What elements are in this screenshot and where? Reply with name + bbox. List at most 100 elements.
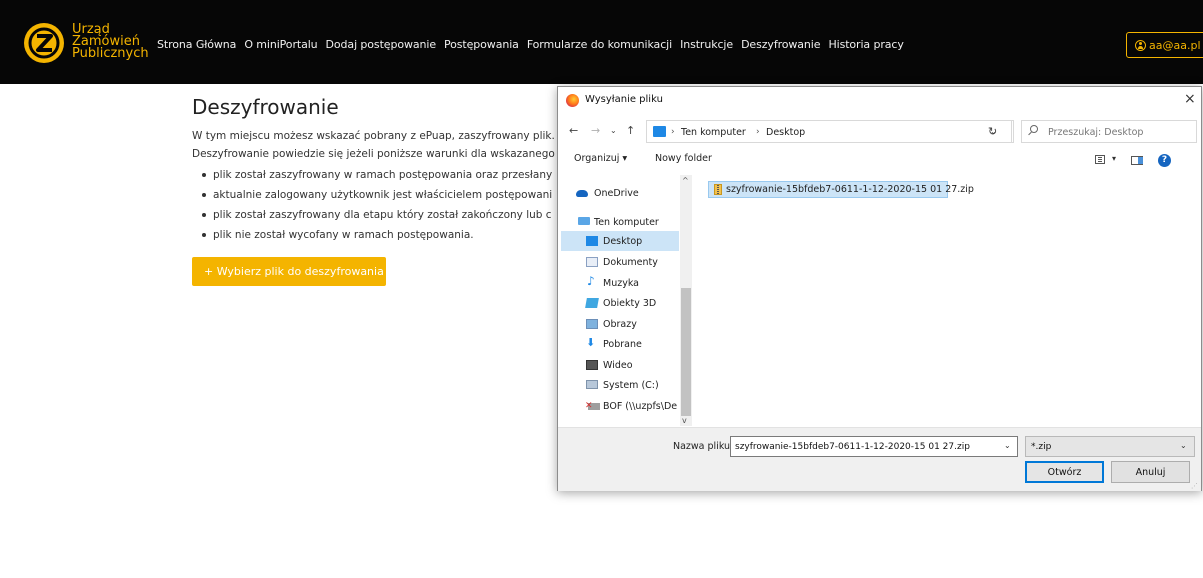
refresh-icon: ↻ [988, 125, 998, 138]
view-options-icon[interactable] [1095, 155, 1105, 164]
nav-pane-desktop[interactable]: Desktop [561, 231, 679, 251]
close-icon[interactable]: × [1184, 91, 1196, 107]
chevron-down-icon[interactable]: ⌄ [1180, 441, 1187, 450]
nav-pane-onedrive[interactable]: OneDrive [561, 183, 679, 203]
nav-pane-label: Ten komputer [594, 217, 659, 228]
nav-pane-label: Obiekty 3D [603, 298, 657, 309]
user-email: aa@aa.pl [1149, 39, 1201, 52]
nav-pane-label: BOF (\\uzpfs\De [603, 401, 678, 412]
breadcrumb-this-pc[interactable]: Ten komputer [681, 127, 746, 138]
nav-pane-label: Wideo [603, 360, 633, 371]
nav-about[interactable]: O miniPortalu [244, 38, 317, 51]
file-name-label: Nazwa pliku: [673, 441, 734, 452]
brand-name[interactable]: Urząd Zamówień Publicznych [72, 23, 149, 61]
drive-icon [586, 380, 598, 389]
firefox-icon [566, 94, 579, 107]
chevron-down-icon[interactable]: ▾ [1112, 154, 1116, 163]
scroll-up-icon[interactable]: ^ [682, 176, 689, 185]
nav-pane-music[interactable]: Muzyka [561, 273, 679, 293]
condition-item: aktualnie zalogowany użytkownik jest wła… [200, 185, 560, 205]
documents-icon [586, 257, 598, 267]
music-icon [586, 274, 598, 288]
new-folder-button[interactable]: Nowy folder [655, 153, 712, 164]
downloads-icon [586, 336, 598, 349]
nav-pane-pictures[interactable]: Obrazy [561, 314, 679, 334]
search-icon [1030, 125, 1038, 133]
nav-pane-label: Pobrane [603, 339, 642, 350]
nav-pane-label: Desktop [603, 236, 643, 247]
dialog-titlebar[interactable]: Wysyłanie pliku × [558, 87, 1201, 114]
objects-3d-icon [585, 298, 599, 308]
search-placeholder: Przeszukaj: Desktop [1048, 127, 1144, 138]
recent-locations-chevron-icon[interactable]: ⌄ [610, 126, 617, 135]
intro-line-2: Deszyfrowanie powiedzie się jeżeli poniż… [192, 148, 562, 160]
file-upload-dialog: Wysyłanie pliku × ← → ⌄ ↑ › Ten komputer… [557, 86, 1202, 491]
network-drive-icon [585, 401, 600, 411]
forward-arrow-icon[interactable]: → [591, 124, 600, 137]
dialog-bottom-bar: Nazwa pliku: szyfrowanie-15bfdeb7-0611-1… [558, 427, 1201, 491]
condition-item: plik nie został wycofany w ramach postęp… [200, 225, 560, 245]
file-name-input[interactable]: szyfrowanie-15bfdeb7-0611-1-12-2020-15 0… [730, 436, 1018, 457]
cancel-button[interactable]: Anuluj [1111, 461, 1190, 483]
file-list: szyfrowanie-15bfdeb7-0611-1-12-2020-15 0… [695, 175, 1197, 426]
organize-menu-button[interactable]: Organizuj ▾ [574, 153, 627, 164]
nav-pane-network-drive[interactable]: BOF (\\uzpfs\De [561, 396, 679, 416]
pictures-icon [586, 319, 598, 329]
breadcrumb-chevron-icon: › [756, 127, 760, 137]
nav-add-procedure[interactable]: Dodaj postępowanie [326, 38, 437, 51]
dialog-title: Wysyłanie pliku [585, 94, 663, 105]
navigation-pane: OneDrive Ten komputer Desktop Dokumenty … [561, 175, 692, 426]
user-icon [1135, 40, 1146, 51]
search-input[interactable]: Przeszukaj: Desktop [1021, 120, 1197, 143]
preview-pane-icon[interactable] [1131, 156, 1143, 165]
open-button[interactable]: Otwórz [1025, 461, 1104, 483]
nav-communication-forms[interactable]: Formularze do komunikacji [527, 38, 672, 51]
nav-pane-system-drive[interactable]: System (C:) [561, 375, 679, 395]
nav-pane-label: Obrazy [603, 319, 637, 330]
breadcrumb-desktop[interactable]: Desktop [766, 127, 805, 138]
video-icon [586, 360, 598, 370]
address-row: ← → ⌄ ↑ › Ten komputer › Desktop ⌄ ↻ Prz… [558, 117, 1201, 143]
condition-item: plik został zaszyfrowany dla etapu który… [200, 205, 560, 225]
dialog-toolbar: Organizuj ▾ Nowy folder ▾ ? [558, 149, 1201, 171]
choose-file-button[interactable]: + Wybierz plik do deszyfrowania [192, 257, 386, 286]
nav-pane-this-pc[interactable]: Ten komputer [561, 212, 679, 232]
nav-decryption[interactable]: Deszyfrowanie [741, 38, 820, 51]
uzp-logo-icon[interactable] [24, 23, 64, 63]
nav-instructions[interactable]: Instrukcje [680, 38, 733, 51]
main-nav: Strona Główna O miniPortalu Dodaj postęp… [157, 38, 904, 51]
desktop-folder-icon [653, 126, 666, 137]
top-navbar: Urząd Zamówień Publicznych Strona Główna… [0, 0, 1203, 84]
nav-pane-label: Dokumenty [603, 257, 658, 268]
conditions-list: plik został zaszyfrowany w ramach postęp… [200, 165, 560, 245]
nav-pane-scroll-thumb[interactable] [681, 288, 691, 416]
file-type-select[interactable]: *.zip [1025, 436, 1195, 457]
breadcrumb-chevron-icon: › [671, 127, 675, 137]
resize-grip-icon[interactable]: ⋰ [1191, 482, 1198, 490]
scroll-down-icon[interactable]: v [682, 416, 687, 425]
up-arrow-icon[interactable]: ↑ [626, 124, 635, 137]
user-account-button[interactable]: aa@aa.pl [1126, 32, 1203, 58]
nav-pane-label: System (C:) [603, 380, 659, 391]
computer-icon [578, 217, 590, 225]
nav-pane-video[interactable]: Wideo [561, 355, 679, 375]
nav-pane-label: Muzyka [603, 278, 639, 289]
nav-work-history[interactable]: Historia pracy [828, 38, 903, 51]
nav-procedures[interactable]: Postępowania [444, 38, 519, 51]
chevron-down-icon[interactable]: ⌄ [1004, 441, 1011, 450]
refresh-button[interactable]: ↻ [980, 120, 1014, 143]
nav-home[interactable]: Strona Główna [157, 38, 236, 51]
nav-pane-3d-objects[interactable]: Obiekty 3D [561, 293, 679, 313]
file-name: szyfrowanie-15bfdeb7-0611-1-12-2020-15 0… [726, 184, 974, 195]
nav-pane-documents[interactable]: Dokumenty [561, 252, 679, 272]
file-item[interactable]: szyfrowanie-15bfdeb7-0611-1-12-2020-15 0… [708, 181, 974, 198]
condition-item: plik został zaszyfrowany w ramach postęp… [200, 165, 560, 185]
zip-file-icon [714, 184, 722, 195]
nav-pane-downloads[interactable]: Pobrane [561, 334, 679, 354]
back-arrow-icon[interactable]: ← [569, 124, 578, 137]
help-icon[interactable]: ? [1158, 154, 1171, 167]
onedrive-icon [576, 190, 588, 197]
brand-line-3: Publicznych [72, 46, 149, 61]
address-bar[interactable]: › Ten komputer › Desktop ⌄ [646, 120, 1012, 143]
intro-line-1: W tym miejscu możesz wskazać pobrany z e… [192, 130, 555, 142]
